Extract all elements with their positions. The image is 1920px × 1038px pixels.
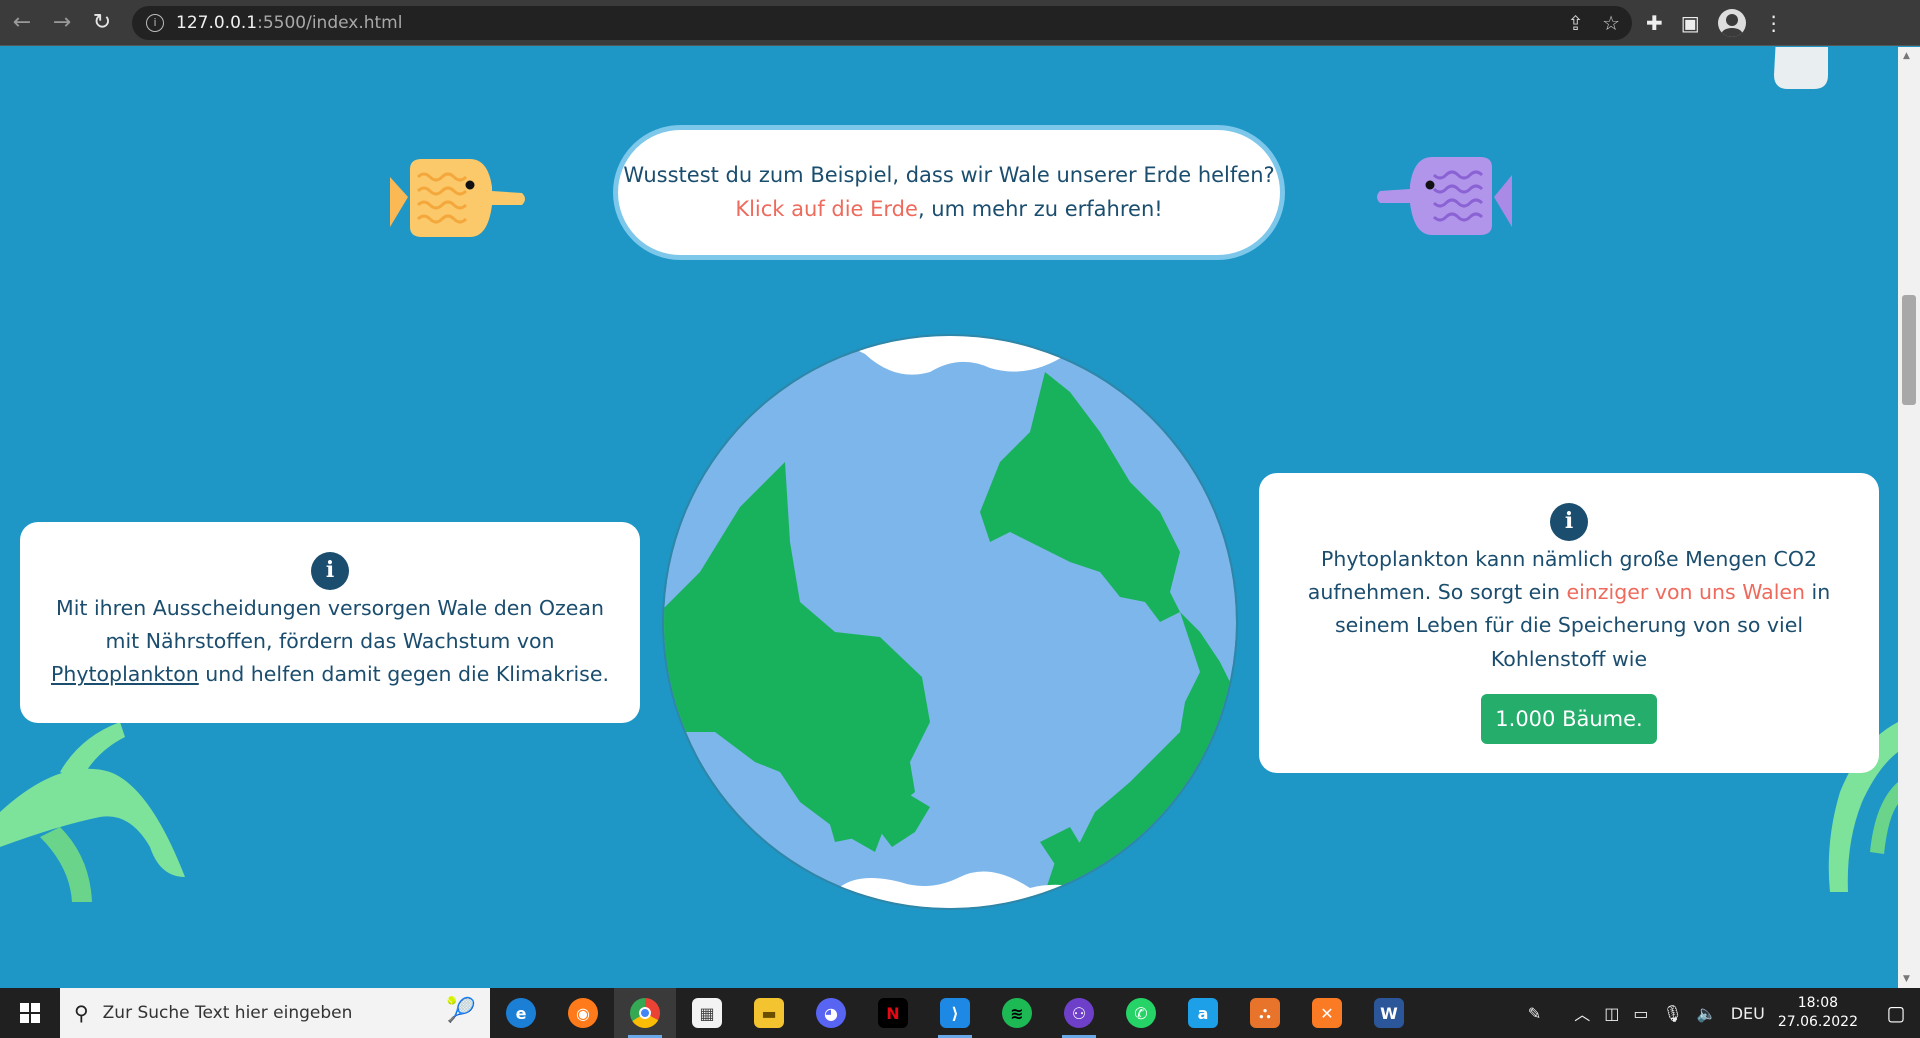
taskbar-app-a[interactable]: a (1172, 988, 1234, 1038)
speech-line-2-rest: , um mehr zu erfahren! (917, 196, 1163, 221)
windows-logo-icon (20, 1003, 40, 1023)
url-host: 127.0.0.1 (176, 12, 258, 33)
speech-line-2: Klick auf die Erde, um mehr zu erfahren! (735, 193, 1162, 227)
arrow-left-icon: ← (12, 10, 32, 35)
whale-nutrients-text-after: und helfen damit gegen die Klimakrise. (198, 662, 609, 687)
github-icon: ⚇ (1064, 998, 1094, 1028)
click-earth-hint: Klick auf die Erde (735, 196, 918, 221)
microphone-icon[interactable]: 🎙 (1662, 1004, 1682, 1023)
page-scrollbar[interactable]: ▲ ▼ (1898, 47, 1920, 988)
trees-count-badge: 1.000 Bäume. (1481, 693, 1657, 744)
language-indicator[interactable]: DEU (1731, 1004, 1765, 1023)
store-icon: ▦ (692, 998, 722, 1028)
whale-nutrients-text-before: Mit ihren Ausscheidungen versorgen Wale … (56, 596, 604, 654)
taskbar-github[interactable]: ⚇ (1048, 988, 1110, 1038)
taskbar-vscode[interactable]: ⟩ (924, 988, 986, 1038)
whale-nutrients-card: i Mit ihren Ausscheidungen versorgen Wal… (20, 522, 640, 723)
taskbar-discord[interactable]: ◕ (800, 988, 862, 1038)
volume-icon[interactable]: 🔈 (1697, 1004, 1717, 1023)
vscode-icon: ⟩ (940, 998, 970, 1028)
speech-line-1: Wusstest du zum Beispiel, dass wir Wale … (623, 162, 1275, 187)
scroll-up-arrow-icon[interactable]: ▲ (1903, 51, 1910, 61)
address-bar[interactable]: i 127.0.0.1:5500/index.html ⇪ ☆ (132, 5, 1632, 40)
notification-icon[interactable]: ▢ (1872, 1001, 1920, 1025)
folder-icon: ▬ (754, 998, 784, 1028)
chevron-up-icon[interactable]: ︿ (1574, 1001, 1590, 1025)
single-whale-highlight: einziger von uns Walen (1566, 580, 1806, 605)
earth-globe[interactable] (660, 332, 1240, 912)
bookmark-star-icon[interactable]: ☆ (1602, 11, 1620, 35)
arrow-right-icon: → (52, 10, 72, 35)
firefox-icon: ◉ (568, 998, 598, 1028)
edge-icon: e (506, 998, 536, 1028)
letter-a-app-icon: a (1188, 998, 1218, 1028)
search-highlight-illustration-icon: 🎾 (446, 996, 476, 1024)
phytoplankton-link[interactable]: Phytoplankton (51, 662, 199, 686)
taskbar-store[interactable]: ▦ (676, 988, 738, 1038)
discord-icon: ◕ (816, 998, 846, 1028)
menu-kebab-icon[interactable]: ⋮ (1764, 11, 1784, 35)
white-creature-decoration (1774, 47, 1828, 89)
taskbar-xampp[interactable]: ✕ (1296, 988, 1358, 1038)
word-icon: W (1374, 998, 1404, 1028)
clock-date: 27.06.2022 (1777, 1014, 1858, 1030)
forward-button[interactable]: → (44, 5, 80, 41)
scrollbar-thumb[interactable] (1902, 295, 1916, 405)
meet-camera-icon[interactable]: ◫ (1604, 1004, 1619, 1023)
profile-avatar[interactable] (1717, 8, 1746, 37)
windows-taskbar: ⚲ Zur Suche Text hier eingeben 🎾 e ◉ ▦ ▬… (0, 988, 1920, 1038)
chrome-icon (630, 998, 660, 1028)
battery-icon[interactable]: ▭ (1633, 1004, 1648, 1023)
reload-icon: ↻ (92, 10, 112, 35)
pen-icon[interactable]: ✎ (1528, 1004, 1541, 1023)
info-icon: i (1550, 503, 1588, 541)
site-info-icon[interactable]: i (146, 13, 164, 32)
system-tray: ✎ ︿ ◫ ▭ 🎙 🔈 DEU 18:08 27.06.2022 ▢ (1521, 994, 1920, 1032)
taskbar-search-input[interactable]: ⚲ Zur Suche Text hier eingeben 🎾 (60, 988, 490, 1038)
xampp-icon: ✕ (1312, 998, 1342, 1028)
taskbar-netflix[interactable]: N (862, 988, 924, 1038)
side-panel-icon[interactable]: ▣ (1681, 11, 1700, 35)
yellow-fish-decoration[interactable] (388, 157, 528, 247)
phytoplankton-co2-card: i Phytoplankton kann nämlich große Menge… (1259, 473, 1879, 773)
purple-fish-decoration[interactable] (1372, 155, 1514, 247)
extensions-puzzle-icon[interactable]: ✚ (1646, 11, 1663, 35)
taskbar-search-placeholder: Zur Suche Text hier eingeben (102, 1003, 353, 1023)
taskbar-explorer[interactable]: ▬ (738, 988, 800, 1038)
taskbar-word[interactable]: W (1358, 988, 1420, 1038)
orange-app-icon: ⛬ (1250, 998, 1280, 1028)
spotify-icon: ≋ (1002, 998, 1032, 1028)
seaweed-left-decoration (0, 722, 185, 902)
browser-toolbar: ← → ↻ i 127.0.0.1:5500/index.html ⇪ ☆ ✚ … (0, 0, 1920, 46)
whale-nutrients-text: Mit ihren Ausscheidungen versorgen Wale … (40, 592, 620, 692)
taskbar-firefox[interactable]: ◉ (552, 988, 614, 1038)
back-button[interactable]: ← (4, 5, 40, 41)
taskbar-edge[interactable]: e (490, 988, 552, 1038)
taskbar-app-orange[interactable]: ⛬ (1234, 988, 1296, 1038)
start-button[interactable] (0, 988, 60, 1038)
scroll-down-arrow-icon[interactable]: ▼ (1903, 974, 1910, 984)
page-viewport: Wusstest du zum Beispiel, dass wir Wale … (0, 47, 1898, 988)
intro-speech-bubble: Wusstest du zum Beispiel, dass wir Wale … (613, 125, 1285, 260)
info-icon: i (311, 552, 349, 590)
share-icon[interactable]: ⇪ (1567, 11, 1584, 35)
reload-button[interactable]: ↻ (84, 5, 120, 41)
phytoplankton-co2-text: Phytoplankton kann nämlich große Mengen … (1279, 543, 1859, 676)
clock-time: 18:08 (1797, 995, 1839, 1012)
search-icon: ⚲ (74, 1001, 89, 1025)
taskbar-chrome[interactable] (614, 988, 676, 1038)
taskbar-whatsapp[interactable]: ✆ (1110, 988, 1172, 1038)
whatsapp-icon: ✆ (1126, 998, 1156, 1028)
taskbar-spotify[interactable]: ≋ (986, 988, 1048, 1038)
netflix-icon: N (878, 998, 908, 1028)
url-path: :5500/index.html (257, 12, 403, 33)
taskbar-clock[interactable]: 18:08 27.06.2022 (1778, 994, 1858, 1032)
